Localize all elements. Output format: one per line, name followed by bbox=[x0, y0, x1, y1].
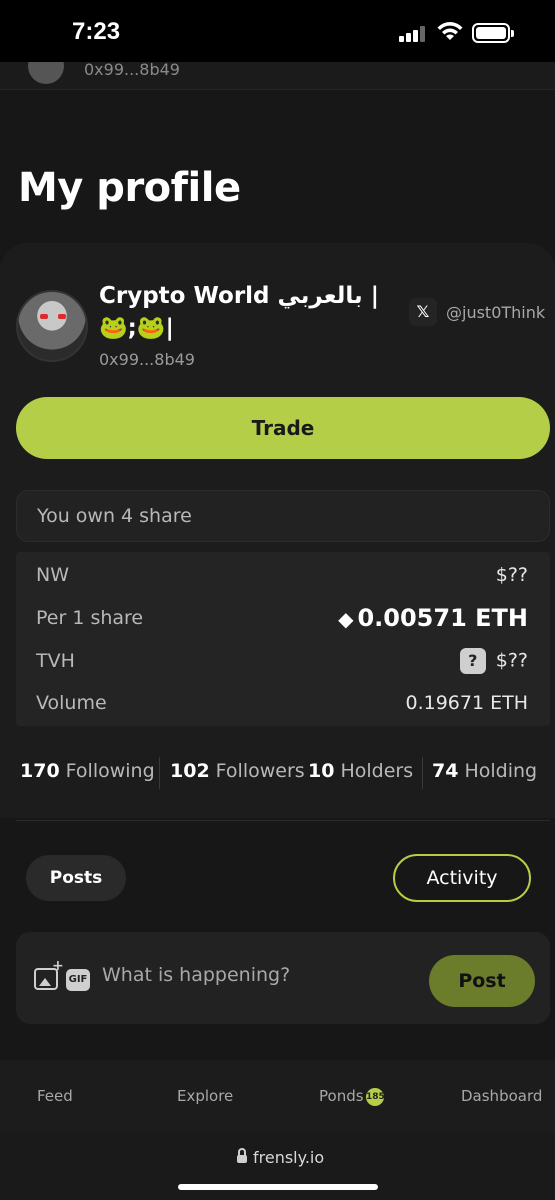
nav-explore[interactable]: Explore bbox=[177, 1087, 233, 1105]
compose-input[interactable]: What is happening? bbox=[102, 964, 290, 986]
stat-volume-label: Volume bbox=[36, 692, 107, 714]
stat-per-share: ◆ 0.00571 ETH bbox=[338, 604, 528, 632]
holding-count[interactable]: 74 Holding bbox=[432, 760, 537, 782]
stat-per-share-value: 0.00571 ETH bbox=[357, 604, 528, 632]
x-handle-link[interactable]: @just0Think bbox=[446, 303, 545, 322]
followers-count[interactable]: 102 Followers bbox=[170, 760, 305, 782]
nav-dashboard[interactable]: Dashboard bbox=[461, 1087, 542, 1105]
ponds-count-badge: 185 bbox=[366, 1088, 385, 1106]
avatar[interactable] bbox=[16, 290, 88, 362]
header-address: 0x99...8b49 bbox=[84, 62, 180, 79]
gif-icon[interactable]: GIF bbox=[66, 969, 90, 991]
wallet-address[interactable]: 0x99...8b49 bbox=[99, 350, 195, 369]
stat-nw-label: NW bbox=[36, 564, 69, 586]
stat-nw-value: $?? bbox=[495, 564, 528, 586]
nav-ponds[interactable]: Ponds bbox=[319, 1087, 364, 1105]
holders-count[interactable]: 10 Holders bbox=[308, 760, 413, 782]
nav-feed[interactable]: Feed bbox=[37, 1087, 73, 1105]
avatar-mini bbox=[28, 62, 64, 84]
stat-tvh: ? $?? bbox=[459, 648, 528, 674]
status-time: 7:23 bbox=[72, 18, 121, 45]
profile-name: Crypto World بالعربي | 🐸;🐸| bbox=[99, 283, 380, 341]
stat-per-share-label: Per 1 share bbox=[36, 607, 144, 629]
trade-button[interactable]: Trade bbox=[16, 397, 550, 459]
x-logo-icon[interactable]: 𝕏 bbox=[409, 298, 437, 326]
stat-tvh-value: $?? bbox=[495, 649, 528, 672]
tab-activity[interactable]: Activity bbox=[393, 854, 531, 902]
tab-posts[interactable]: Posts bbox=[26, 855, 126, 901]
wifi-icon bbox=[437, 22, 463, 40]
url-text[interactable]: frensly.io bbox=[253, 1148, 324, 1167]
post-button[interactable]: Post bbox=[429, 955, 535, 1007]
page-title: My profile bbox=[18, 165, 241, 211]
post-composer: + GIF What is happening? Post bbox=[16, 932, 550, 1024]
stats-panel: NW $?? Per 1 share ◆ 0.00571 ETH TVH ? $??… bbox=[16, 552, 550, 726]
stat-volume-value: 0.19671 ETH bbox=[405, 692, 528, 714]
divider bbox=[422, 757, 423, 789]
help-icon[interactable]: ? bbox=[459, 648, 486, 674]
ownership-text: You own 4 share bbox=[37, 505, 192, 527]
ownership-box: You own 4 share bbox=[16, 490, 550, 542]
lock-icon bbox=[237, 1148, 247, 1164]
ethereum-icon: ◆ bbox=[338, 607, 354, 631]
plus-icon: + bbox=[52, 958, 64, 974]
divider bbox=[159, 757, 160, 789]
browser-url-bar[interactable]: frensly.io bbox=[0, 1132, 555, 1200]
status-bar: 7:23 bbox=[0, 0, 555, 62]
section-divider bbox=[16, 820, 550, 821]
following-count[interactable]: 170 Following bbox=[20, 760, 155, 782]
stat-tvh-label: TVH bbox=[36, 650, 75, 672]
cellular-signal-icon bbox=[399, 26, 427, 42]
home-indicator[interactable] bbox=[178, 1184, 378, 1190]
collapsed-header: 0x99...8b49 bbox=[0, 62, 555, 90]
battery-icon bbox=[472, 23, 514, 43]
bottom-nav: Feed Explore Ponds Dashboard bbox=[0, 1060, 555, 1132]
